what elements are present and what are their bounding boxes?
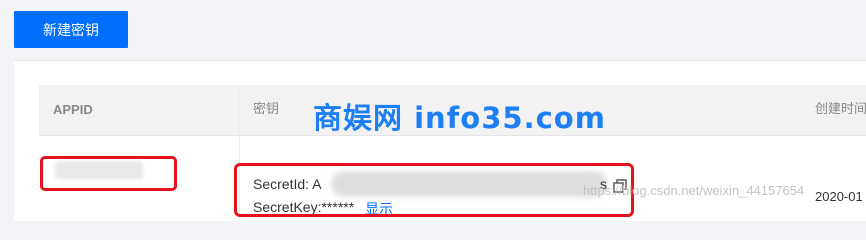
new-key-button[interactable]: 新建密钥 <box>14 11 128 48</box>
created-time-value: 2020-01 <box>815 189 863 204</box>
header-appid: APPID <box>53 102 93 117</box>
site-watermark: 商娱网 info35.com <box>313 101 606 135</box>
csdn-watermark: https://blog.csdn.net/weixin_44157654 <box>583 183 805 198</box>
highlight-box-secret <box>234 163 634 217</box>
header-key: 密钥 <box>253 102 280 117</box>
highlight-box-appid <box>40 156 177 191</box>
header-created-time: 创建时间 <box>815 102 866 117</box>
